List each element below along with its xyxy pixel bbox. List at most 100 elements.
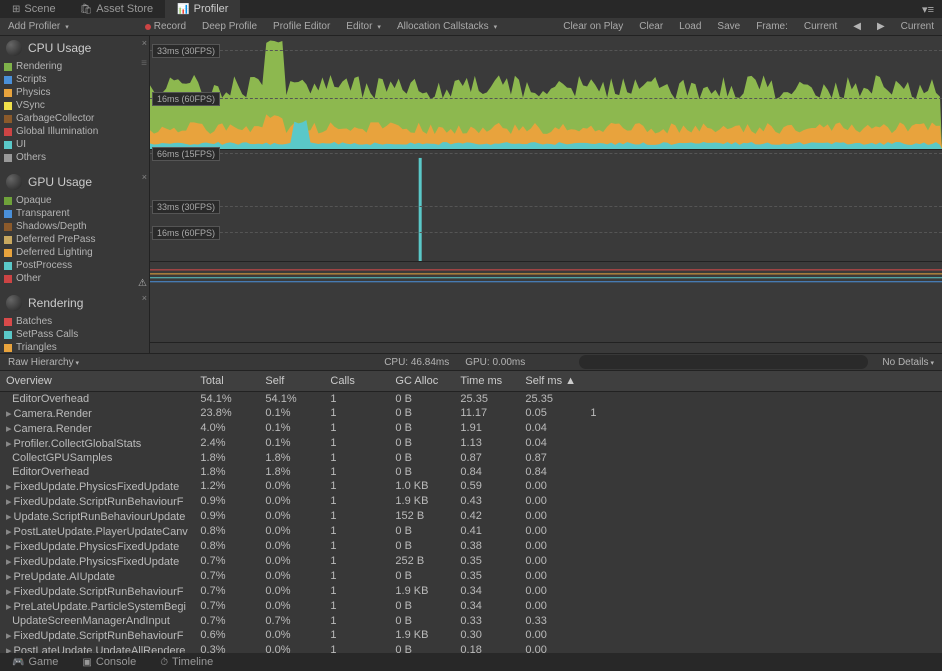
expand-icon[interactable]: ▸	[6, 586, 12, 598]
tab-console[interactable]: ▣Console	[70, 653, 148, 671]
category-item[interactable]: Triangles	[4, 341, 145, 353]
expand-icon[interactable]: ▸	[6, 511, 12, 523]
expand-icon[interactable]: ▸	[6, 438, 12, 450]
category-label: Batches	[16, 316, 52, 327]
expand-icon[interactable]: ▸	[6, 630, 12, 642]
no-details-dropdown[interactable]: No Details	[874, 357, 942, 368]
table-row[interactable]: ▸Camera.Render23.8%0.1%10 B11.170.051	[0, 406, 942, 421]
category-item[interactable]: Physics	[4, 86, 145, 99]
category-item[interactable]: VSync	[4, 99, 145, 112]
col-total[interactable]: Total	[194, 371, 259, 391]
close-icon[interactable]: ×	[142, 293, 147, 303]
close-icon[interactable]: ×	[142, 172, 147, 182]
table-row[interactable]: CollectGPUSamples1.8%1.8%10 B0.870.87	[0, 451, 942, 465]
col-self[interactable]: Self	[259, 371, 324, 391]
table-row[interactable]: ▸Update.ScriptRunBehaviourUpdate0.9%0.0%…	[0, 509, 942, 524]
editor-dropdown[interactable]: Editor	[338, 21, 389, 32]
save-button[interactable]: Save	[709, 21, 748, 32]
prev-frame-button[interactable]: ◀	[845, 21, 869, 32]
expand-icon[interactable]: ▸	[6, 571, 12, 583]
expand-icon[interactable]: ▸	[6, 481, 12, 493]
table-row[interactable]: ▸PreLateUpdate.ParticleSystemBegi0.7%0.0…	[0, 599, 942, 614]
table-row[interactable]: ▸PreUpdate.AIUpdate0.7%0.0%10 B0.350.00	[0, 569, 942, 584]
category-label: Global Illumination	[16, 126, 98, 137]
col-gc-alloc[interactable]: GC Alloc	[389, 371, 454, 391]
table-row[interactable]: UpdateScreenManagerAndInput0.7%0.7%10 B0…	[0, 614, 942, 628]
clear-on-play-button[interactable]: Clear on Play	[555, 21, 631, 32]
category-item[interactable]: SetPass Calls	[4, 328, 145, 341]
rendering-graph[interactable]	[150, 262, 942, 343]
category-item[interactable]: Shadows/Depth	[4, 220, 145, 233]
load-button[interactable]: Load	[671, 21, 709, 32]
expand-icon[interactable]: ▸	[6, 601, 12, 613]
add-profiler-dropdown[interactable]: Add Profiler	[0, 21, 77, 32]
tab-timeline[interactable]: ⏱Timeline	[148, 653, 225, 671]
allocation-callstacks-dropdown[interactable]: Allocation Callstacks	[389, 21, 505, 32]
warning-icon: ⚠	[138, 278, 147, 289]
table-row[interactable]: ▸Camera.Render4.0%0.1%10 B1.910.04	[0, 421, 942, 436]
expand-icon[interactable]: ▸	[6, 526, 12, 538]
table-row[interactable]: EditorOverhead1.8%1.8%10 B0.840.84	[0, 465, 942, 479]
category-item[interactable]: Scripts	[4, 73, 145, 86]
search-input[interactable]	[579, 355, 868, 369]
expand-icon[interactable]: ▸	[6, 645, 12, 654]
table-row[interactable]: ▸FixedUpdate.ScriptRunBehaviourF0.7%0.0%…	[0, 584, 942, 599]
hierarchy-table-container[interactable]: Overview Total Self Calls GC Alloc Time …	[0, 371, 942, 653]
category-item[interactable]: Global Illumination	[4, 125, 145, 138]
table-row[interactable]: ▸FixedUpdate.PhysicsFixedUpdate0.7%0.0%1…	[0, 554, 942, 569]
cpu-usage-panel[interactable]: × ≡ CPU Usage RenderingScriptsPhysicsVSy…	[0, 36, 149, 170]
table-row[interactable]: ▸FixedUpdate.PhysicsFixedUpdate0.8%0.0%1…	[0, 539, 942, 554]
col-self-ms[interactable]: Self ms ▲	[519, 371, 584, 391]
col-extra[interactable]	[584, 371, 942, 391]
expand-icon[interactable]: ▸	[6, 423, 12, 435]
expand-icon[interactable]: ▸	[6, 496, 12, 508]
window-menu-icon[interactable]: ▾≡	[914, 3, 942, 16]
tab-asset-store[interactable]: 🛍Asset Store	[68, 0, 166, 18]
table-row[interactable]: ▸PostLateUpdate.PlayerUpdateCanv0.8%0.0%…	[0, 524, 942, 539]
expand-icon[interactable]: ▸	[6, 408, 12, 420]
deep-profile-toggle[interactable]: Deep Profile	[194, 21, 265, 32]
category-item[interactable]: UI	[4, 138, 145, 151]
col-calls[interactable]: Calls	[324, 371, 389, 391]
table-row[interactable]: ▸Profiler.CollectGlobalStats2.4%0.1%10 B…	[0, 436, 942, 451]
category-item[interactable]: Other	[4, 272, 145, 285]
panel-menu-icon[interactable]: ≡	[141, 58, 147, 69]
expand-icon[interactable]: ▸	[6, 556, 12, 568]
tab-profiler[interactable]: 📊Profiler	[165, 0, 240, 18]
category-item[interactable]: Others	[4, 151, 145, 164]
category-item[interactable]: Transparent	[4, 207, 145, 220]
tab-scene[interactable]: ⊞Scene	[0, 0, 68, 18]
profile-editor-toggle[interactable]: Profile Editor	[265, 21, 338, 32]
color-swatch	[4, 275, 12, 283]
close-icon[interactable]: ×	[142, 38, 147, 48]
category-item[interactable]: Deferred PrePass	[4, 233, 145, 246]
category-item[interactable]: Rendering	[4, 60, 145, 73]
tab-game[interactable]: 🎮Game	[0, 653, 70, 671]
record-button[interactable]: Record	[137, 21, 194, 32]
cpu-graph[interactable]: 33ms (30FPS)16ms (60FPS)	[150, 36, 942, 150]
category-item[interactable]: Deferred Lighting	[4, 246, 145, 259]
table-row[interactable]: ▸FixedUpdate.ScriptRunBehaviourF0.9%0.0%…	[0, 494, 942, 509]
gpu-graph[interactable]: 66ms (15FPS)33ms (30FPS)16ms (60FPS)	[150, 150, 942, 262]
scene-icon: ⊞	[12, 4, 20, 15]
rendering-panel[interactable]: × Rendering BatchesSetPass CallsTriangle…	[0, 291, 149, 353]
current-frame-button[interactable]: Current	[893, 21, 942, 32]
table-row[interactable]: ▸PostLateUpdate.UpdateAllRendere0.3%0.0%…	[0, 643, 942, 654]
col-time-ms[interactable]: Time ms	[454, 371, 519, 391]
hierarchy-mode-dropdown[interactable]: Raw Hierarchy	[0, 357, 87, 368]
table-row[interactable]: ▸FixedUpdate.PhysicsFixedUpdate1.2%0.0%1…	[0, 479, 942, 494]
color-swatch	[4, 128, 12, 136]
table-row[interactable]: EditorOverhead54.1%54.1%10 B25.3525.35	[0, 391, 942, 406]
clear-button[interactable]: Clear	[631, 21, 671, 32]
gpu-usage-panel[interactable]: × ⚠ GPU Usage OpaqueTransparentShadows/D…	[0, 170, 149, 291]
category-item[interactable]: GarbageCollector	[4, 112, 145, 125]
table-row[interactable]: ▸FixedUpdate.ScriptRunBehaviourF0.6%0.0%…	[0, 628, 942, 643]
gridline: 33ms (30FPS)	[150, 206, 942, 207]
expand-icon[interactable]: ▸	[6, 541, 12, 553]
category-item[interactable]: PostProcess	[4, 259, 145, 272]
next-frame-button[interactable]: ▶	[869, 21, 893, 32]
gpu-time-label: GPU: 0.00ms	[457, 357, 533, 368]
category-item[interactable]: Batches	[4, 315, 145, 328]
col-overview[interactable]: Overview	[0, 371, 194, 391]
category-item[interactable]: Opaque	[4, 194, 145, 207]
